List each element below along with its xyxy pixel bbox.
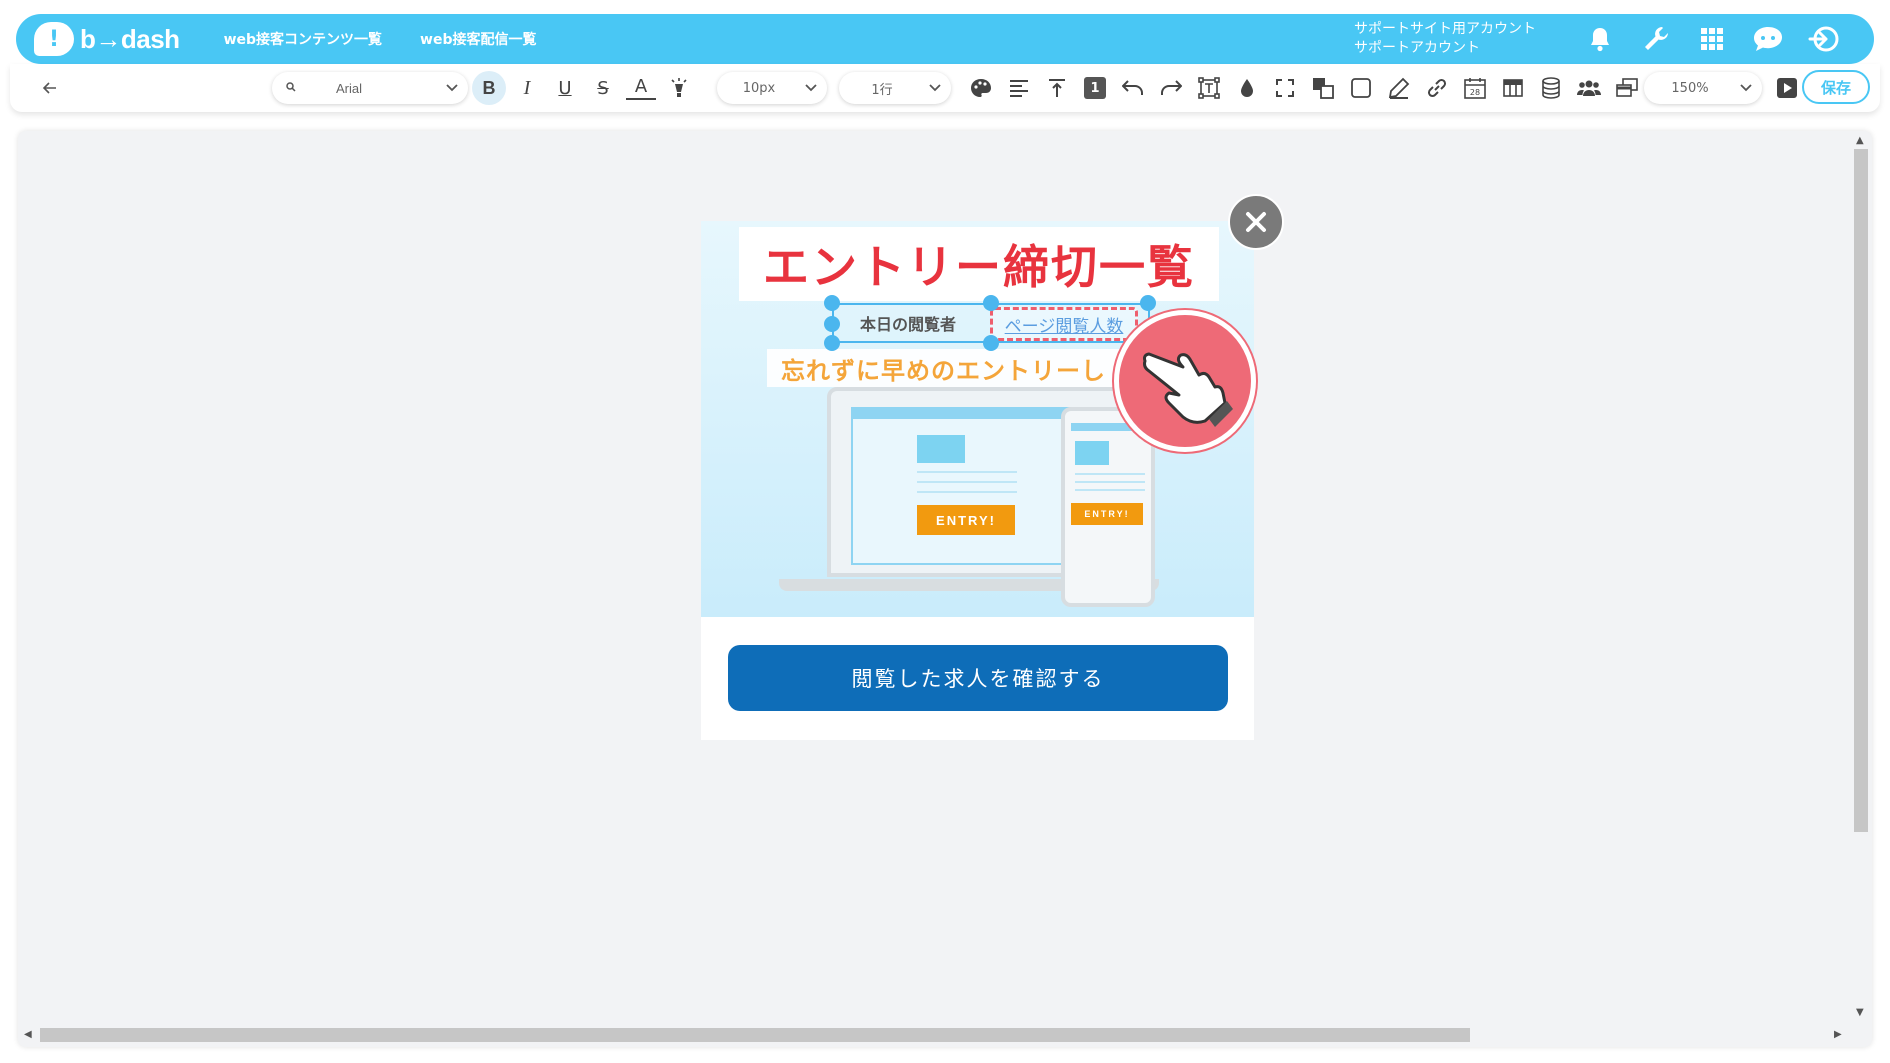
vertical-scroll-thumb[interactable]	[1854, 149, 1868, 832]
scroll-down-icon[interactable]: ▼	[1856, 1007, 1864, 1018]
scroll-left-icon[interactable]: ◀	[24, 1029, 32, 1040]
bell-icon[interactable]	[1580, 19, 1620, 59]
search-icon	[286, 81, 296, 95]
resize-handle[interactable]	[983, 295, 999, 311]
scroll-right-icon[interactable]: ▶	[1834, 1029, 1842, 1040]
logout-icon[interactable]	[1804, 19, 1844, 59]
zoom-select[interactable]: 150%	[1644, 72, 1762, 104]
font-size-value: 10px	[742, 80, 776, 96]
underline-button[interactable]: U	[550, 72, 580, 104]
database-icon[interactable]	[1536, 72, 1566, 104]
palette-icon[interactable]	[966, 72, 996, 104]
nav-web-content-list[interactable]: web接客コンテンツ一覧	[224, 29, 382, 49]
entry-label-phone: ENTRY!	[1071, 503, 1143, 525]
pointing-hand-icon	[1114, 310, 1256, 452]
title-box[interactable]: エントリー締切一覧	[739, 227, 1219, 301]
back-arrow-icon[interactable]	[36, 72, 64, 104]
resize-handle[interactable]	[824, 316, 840, 332]
logo-text: b→dash	[80, 23, 180, 54]
font-family-value: Arial	[336, 80, 363, 96]
text-box-icon[interactable]	[1194, 72, 1224, 104]
text-color-button[interactable]: A	[626, 74, 656, 100]
users-group-icon[interactable]	[1574, 72, 1604, 104]
support-chat-icon[interactable]	[1748, 19, 1788, 59]
line-spacing-select[interactable]: 1行	[839, 72, 951, 104]
strikethrough-button[interactable]: S	[588, 72, 618, 104]
viewer-count-textbox[interactable]: 本日の閲覧者 ページ閲覧人数	[824, 295, 1156, 351]
italic-button[interactable]: I	[512, 72, 542, 104]
header-right: サポートサイト用アカウント サポートアカウント	[1354, 14, 1844, 64]
drop-icon[interactable]	[1232, 72, 1262, 104]
layer-order-icon[interactable]	[1308, 72, 1338, 104]
undo-icon[interactable]	[1118, 72, 1148, 104]
close-icon	[1246, 212, 1266, 232]
account-line-2: サポートアカウント	[1354, 40, 1480, 56]
page-count-tag[interactable]: ページ閲覧人数	[990, 307, 1138, 341]
app-window: ! b→dash web接客コンテンツ一覧 web接客配信一覧 サポートサイト用…	[0, 0, 1890, 1063]
web-popup-preview[interactable]: エントリー締切一覧 ENTRY! ENTRY! 忘れずに早めのエントリーし 本日…	[701, 221, 1254, 740]
nav-web-delivery-list[interactable]: web接客配信一覧	[420, 29, 536, 49]
border-box-icon[interactable]	[1346, 72, 1376, 104]
top-header: ! b→dash web接客コンテンツ一覧 web接客配信一覧 サポートサイト用…	[16, 14, 1874, 64]
resize-handle[interactable]	[824, 335, 840, 351]
popup-title: エントリー締切一覧	[763, 240, 1195, 294]
pen-icon[interactable]	[1384, 72, 1414, 104]
resize-handle[interactable]	[824, 295, 840, 311]
logo-bubble-icon: !	[34, 22, 74, 56]
redo-icon[interactable]	[1156, 72, 1186, 104]
viewer-label: 本日の閲覧者	[860, 315, 957, 334]
line-spacing-value: 1行	[871, 82, 893, 98]
resize-handle[interactable]	[983, 335, 999, 351]
save-button[interactable]: 保存	[1802, 70, 1870, 104]
chevron-down-icon	[925, 84, 945, 92]
svg-text:28: 28	[1470, 88, 1480, 97]
scroll-up-icon[interactable]: ▲	[1856, 135, 1864, 146]
entry-label-laptop: ENTRY!	[917, 505, 1015, 535]
view-jobs-button[interactable]: 閲覧した求人を確認する	[728, 645, 1228, 711]
wrench-icon[interactable]	[1636, 19, 1676, 59]
font-size-select[interactable]: 10px	[717, 72, 827, 104]
fullscreen-icon[interactable]	[1270, 72, 1300, 104]
account-line-1: サポートサイト用アカウント	[1354, 21, 1536, 37]
bold-button[interactable]: B	[472, 71, 506, 105]
chevron-down-icon	[801, 84, 821, 92]
font-family-select[interactable]: Arial	[272, 72, 468, 104]
copy-window-icon[interactable]	[1612, 72, 1642, 104]
apps-grid-icon[interactable]	[1692, 19, 1732, 59]
preview-play-icon[interactable]	[1772, 72, 1802, 104]
calendar-icon[interactable]: 28	[1460, 72, 1490, 104]
highlight-icon[interactable]	[664, 72, 694, 104]
link-icon[interactable]	[1422, 72, 1452, 104]
close-popup-button[interactable]	[1228, 194, 1284, 250]
vertical-scrollbar[interactable]: ▲ ▼	[1850, 131, 1872, 1023]
bdash-logo[interactable]: ! b→dash	[34, 22, 180, 56]
table-icon[interactable]	[1498, 72, 1528, 104]
chevron-down-icon	[442, 84, 462, 92]
horizontal-scrollbar[interactable]: ◀ ▶	[18, 1023, 1850, 1047]
popup-subtitle: 忘れずに早めのエントリーし	[781, 356, 1106, 385]
editor-toolbar: Arial B I U S A 10px 1行 1 28 150% 保存	[10, 64, 1880, 112]
subtitle-box[interactable]: 忘れずに早めのエントリーし	[767, 349, 1127, 387]
align-left-icon[interactable]	[1004, 72, 1034, 104]
list-number-button[interactable]: 1	[1080, 72, 1110, 104]
vertical-align-top-icon[interactable]	[1042, 72, 1072, 104]
account-info[interactable]: サポートサイト用アカウント サポートアカウント	[1354, 20, 1536, 58]
chevron-down-icon	[1736, 84, 1756, 92]
editor-canvas[interactable]: エントリー締切一覧 ENTRY! ENTRY! 忘れずに早めのエントリーし 本日…	[18, 131, 1872, 1047]
horizontal-scroll-thumb[interactable]	[40, 1028, 1470, 1042]
zoom-value: 150%	[1671, 80, 1709, 96]
resize-handle[interactable]	[1140, 295, 1156, 311]
